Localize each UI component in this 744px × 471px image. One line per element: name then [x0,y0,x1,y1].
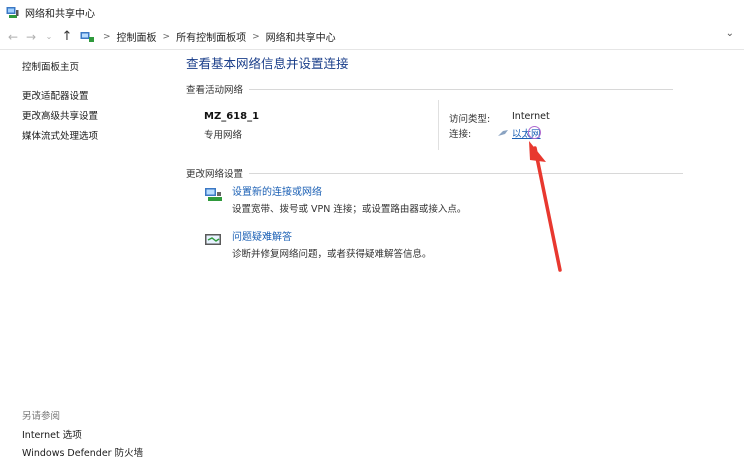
network-name: MZ_618_1 [204,111,260,122]
network-type: 专用网络 [204,130,243,141]
breadcrumb-separator: > [252,31,260,42]
divider [249,88,674,90]
forward-button[interactable]: → [22,28,40,46]
see-also-firewall[interactable]: Windows Defender 防火墙 [22,448,143,460]
breadcrumb-control-panel[interactable]: 控制面板 [114,29,160,44]
breadcrumb-separator: > [103,31,111,42]
network-setup-icon [205,188,222,201]
back-button[interactable]: ← [4,28,22,46]
change-settings-header-label: 更改网络设置 [186,169,244,180]
sidebar-item-sharing-settings[interactable]: 更改高级共享设置 [22,111,162,123]
window-title: 网络和共享中心 [25,8,95,20]
setup-connection-desc: 设置宽带、拨号或 VPN 连接；或设置路由器或接入点。 [232,204,467,215]
troubleshoot-desc: 诊断并修复网络问题，或者获得疑难解答信息。 [232,249,432,260]
access-type-value: Internet [512,111,550,122]
see-also-header: 另请参阅 [22,411,61,422]
setup-connection-link[interactable]: 设置新的连接或网络 [232,186,466,199]
divider [249,172,684,174]
breadcrumb: > 控制面板 > 所有控制面板项 > 网络和共享中心 [80,27,339,47]
page-title: 查看基本网络信息并设置连接 [186,56,349,71]
divider [438,100,439,150]
address-dropdown-icon[interactable]: ⌄ [726,28,734,39]
troubleshoot-link[interactable]: 问题疑难解答 [232,231,432,244]
address-bar: ← → ⌄ ↑ > 控制面板 > 所有控制面板项 > 网络和共享中心 ⌄ [0,24,744,50]
task-troubleshoot: 问题疑难解答 诊断并修复网络问题，或者获得疑难解答信息。 [204,231,432,261]
sidebar: 控制面板主页 更改适配器设置 更改高级共享设置 媒体流式处理选项 [22,62,162,151]
sidebar-item-adapter-settings[interactable]: 更改适配器设置 [22,91,162,103]
ethernet-icon [498,130,508,136]
breadcrumb-all-items[interactable]: 所有控制面板项 [173,29,249,44]
active-network-header-label: 查看活动网络 [186,85,244,96]
network-center-icon [6,6,19,18]
sidebar-item-home[interactable]: 控制面板主页 [22,62,162,74]
up-button[interactable]: ↑ [58,28,76,46]
breadcrumb-separator: > [162,31,171,42]
cursor-highlight-icon [528,126,541,139]
see-also-section: 另请参阅 Internet 选项 Windows Defender 防火墙 [22,408,143,466]
active-network-section-header: 查看活动网络 [186,82,674,96]
troubleshoot-icon [205,234,221,245]
control-panel-icon [80,31,94,42]
see-also-internet-options[interactable]: Internet 选项 [22,430,143,442]
recent-dropdown-icon[interactable]: ⌄ [40,28,58,46]
sidebar-item-media-streaming[interactable]: 媒体流式处理选项 [22,131,162,143]
connection-label: 连接: [449,129,472,140]
change-settings-section-header: 更改网络设置 [186,166,684,180]
title-bar: 网络和共享中心 [0,0,744,24]
task-setup-connection: 设置新的连接或网络 设置宽带、拨号或 VPN 连接；或设置路由器或接入点。 [204,186,466,216]
breadcrumb-network-center[interactable]: 网络和共享中心 [263,29,339,44]
access-type-label: 访问类型: [449,114,491,125]
